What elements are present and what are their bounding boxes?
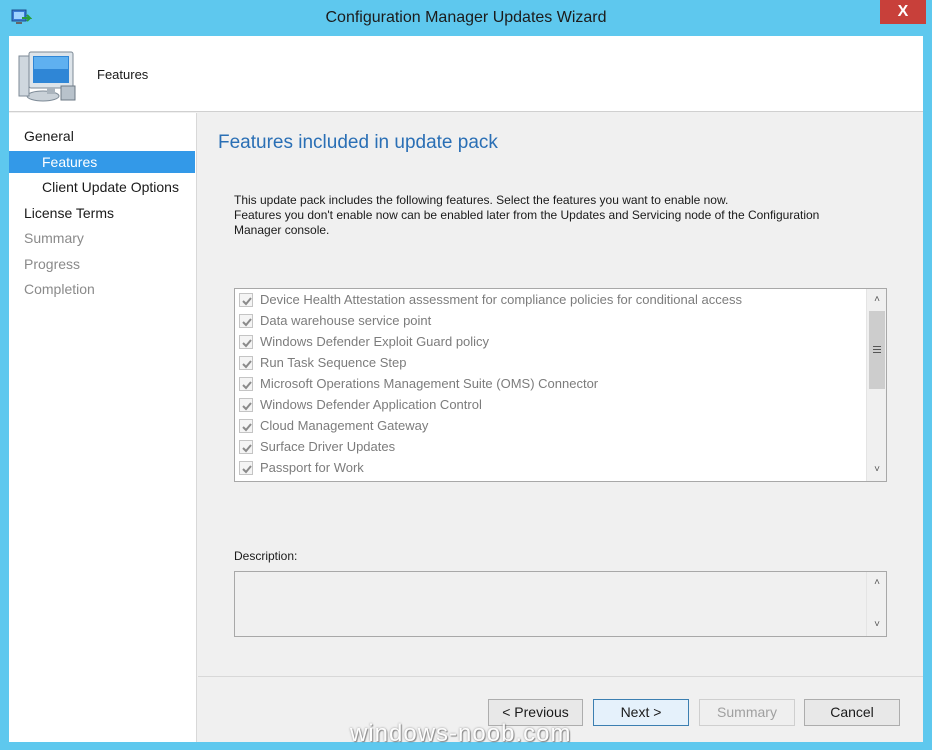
- feature-row[interactable]: Device Health Attestation assessment for…: [239, 290, 859, 311]
- description-text: [235, 572, 886, 580]
- intro-line-2: Features you don't enable now can be ena…: [234, 208, 820, 237]
- feature-label: Surface Driver Updates: [260, 439, 396, 454]
- feature-row[interactable]: Cloud Management Gateway: [239, 416, 859, 437]
- scroll-thumb[interactable]: [869, 311, 885, 389]
- next-button[interactable]: Next >: [593, 699, 689, 726]
- checkbox-checked-icon[interactable]: [239, 293, 253, 307]
- nav-item-license-terms[interactable]: License Terms: [9, 202, 195, 224]
- cancel-button[interactable]: Cancel: [804, 699, 900, 726]
- feature-row[interactable]: Windows Defender Application Control: [239, 395, 859, 416]
- nav-item-progress: Progress: [24, 256, 81, 272]
- feature-list-scrollbar[interactable]: ˄ ˅: [866, 289, 886, 481]
- feature-row[interactable]: Passport for Work: [239, 458, 859, 479]
- intro-line-1: This update pack includes the following …: [234, 193, 729, 207]
- feature-row[interactable]: Microsoft Operations Management Suite (O…: [239, 374, 859, 395]
- wizard-nav: General Features Client Update Options L…: [9, 113, 197, 742]
- feature-label: Windows Defender Application Control: [260, 397, 482, 412]
- feature-label: Windows Defender Exploit Guard policy: [260, 334, 490, 349]
- nav-item-features[interactable]: Features: [9, 151, 195, 173]
- footer-divider: [198, 676, 923, 677]
- nav-item-completion: Completion: [24, 281, 95, 297]
- feature-row[interactable]: Surface Driver Updates: [239, 437, 859, 458]
- scroll-down-icon[interactable]: ˅: [870, 462, 884, 478]
- scroll-down-icon[interactable]: ˅: [870, 617, 884, 633]
- scroll-up-icon[interactable]: ˄: [870, 575, 884, 591]
- feature-label: Device Health Attestation assessment for…: [260, 292, 742, 307]
- feature-list[interactable]: Device Health Attestation assessment for…: [234, 288, 887, 482]
- feature-row[interactable]: Run Task Sequence Step: [239, 353, 859, 374]
- checkbox-checked-icon[interactable]: [239, 398, 253, 412]
- description-scrollbar[interactable]: ˄ ˅: [866, 572, 886, 636]
- page-title: Features included in update pack: [218, 132, 498, 153]
- description-box[interactable]: ˄ ˅: [234, 571, 887, 637]
- intro-text: This update pack includes the following …: [234, 193, 854, 238]
- feature-label: Passport for Work: [260, 460, 364, 475]
- feature-label: Cloud Management Gateway: [260, 418, 429, 433]
- title-bar[interactable]: Configuration Manager Updates Wizard X: [0, 0, 932, 36]
- checkbox-checked-icon[interactable]: [239, 440, 253, 454]
- feature-row[interactable]: Windows Defender Exploit Guard policy: [239, 332, 859, 353]
- wizard-window: Configuration Manager Updates Wizard X F…: [0, 0, 932, 750]
- wizard-client-area: Features General Features Client Update …: [9, 36, 923, 742]
- close-button[interactable]: X: [880, 0, 926, 24]
- summary-button: Summary: [699, 699, 795, 726]
- nav-item-summary: Summary: [24, 230, 84, 246]
- header-title: Features: [97, 67, 149, 82]
- checkbox-checked-icon[interactable]: [239, 461, 253, 475]
- computer-icon: [18, 51, 76, 102]
- feature-row[interactable]: Data warehouse service point: [239, 311, 859, 332]
- description-label: Description:: [234, 549, 298, 563]
- checkbox-checked-icon[interactable]: [239, 377, 253, 391]
- feature-label: Run Task Sequence Step: [260, 355, 407, 370]
- wizard-content: Features included in update pack This up…: [198, 113, 923, 673]
- checkbox-checked-icon[interactable]: [239, 419, 253, 433]
- nav-item-general[interactable]: General: [9, 125, 195, 147]
- nav-item-client-update-options[interactable]: Client Update Options: [9, 176, 195, 198]
- wizard-header: Features: [9, 36, 923, 112]
- checkbox-checked-icon[interactable]: [239, 356, 253, 370]
- window-title: Configuration Manager Updates Wizard: [325, 9, 607, 26]
- checkbox-checked-icon[interactable]: [239, 314, 253, 328]
- watermark: windows-noob.com: [350, 720, 572, 747]
- checkbox-checked-icon[interactable]: [239, 335, 253, 349]
- feature-label: Microsoft Operations Management Suite (O…: [260, 376, 599, 391]
- feature-label: Data warehouse service point: [260, 313, 432, 328]
- scroll-up-icon[interactable]: ˄: [870, 292, 884, 308]
